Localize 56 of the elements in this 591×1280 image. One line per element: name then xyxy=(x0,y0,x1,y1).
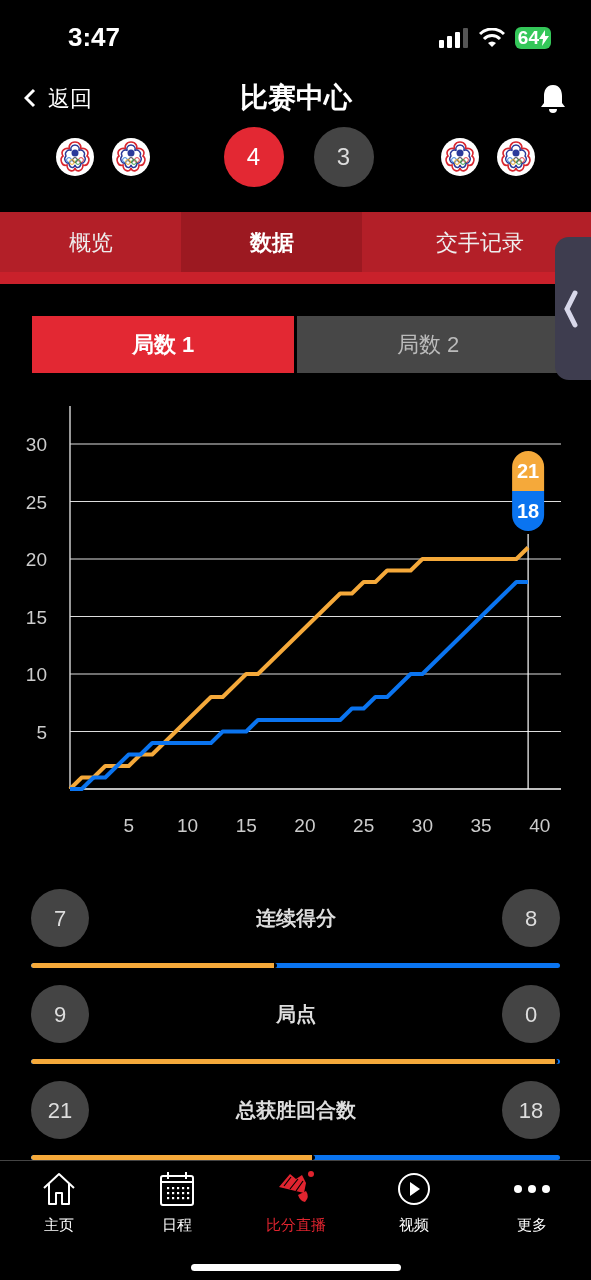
x-tick-label: 20 xyxy=(294,815,316,836)
status-time: 3:47 xyxy=(68,21,121,55)
x-tick-label: 15 xyxy=(235,815,257,836)
y-tick-label: 10 xyxy=(25,664,47,685)
stat-value-left: 7 xyxy=(31,889,89,947)
battery-indicator: 64 xyxy=(514,26,551,49)
score-tooltip: 21 xyxy=(512,451,545,491)
tab[interactable]: 交手记录 xyxy=(362,212,555,272)
signal-icon xyxy=(438,27,469,48)
bell-icon[interactable] xyxy=(539,83,567,114)
stat-value-left: 21 xyxy=(31,1081,89,1139)
nav-item[interactable]: 主页 xyxy=(0,1170,119,1236)
set-score: 3 xyxy=(313,127,374,188)
wifi-icon xyxy=(478,27,505,48)
stat-value-left: 9 xyxy=(31,985,89,1043)
calendar-icon xyxy=(159,1171,196,1207)
play-icon xyxy=(396,1172,431,1206)
x-tick-label: 35 xyxy=(470,815,492,836)
annotation: 21 xyxy=(516,460,540,482)
set-score: 4 xyxy=(223,127,284,188)
stat-value-right: 8 xyxy=(502,889,560,947)
annotation: 18 xyxy=(516,500,540,522)
y-tick-label: 30 xyxy=(25,434,47,455)
emblem-icon xyxy=(496,137,536,178)
emblem-icon xyxy=(55,137,95,178)
nav-item[interactable]: 更多 xyxy=(472,1170,591,1236)
tab[interactable]: 概览 xyxy=(0,212,181,272)
nav-item[interactable]: 日程 xyxy=(118,1170,237,1236)
x-tick-label: 40 xyxy=(529,815,551,836)
back-chevron-icon xyxy=(24,88,36,109)
game-tab[interactable]: 局数 1 xyxy=(32,316,294,373)
game-tab[interactable]: 局数 2 xyxy=(297,316,559,373)
x-tick-label: 30 xyxy=(411,815,433,836)
stat-value-right: 18 xyxy=(502,1081,560,1139)
y-tick-label: 15 xyxy=(25,606,47,628)
x-tick-label: 5 xyxy=(123,815,134,836)
more-icon xyxy=(512,1184,551,1194)
nav-item[interactable]: 视频 xyxy=(354,1170,473,1236)
nav-item[interactable]: 比分直播 xyxy=(236,1170,355,1236)
page-title: 比赛中心 xyxy=(239,81,352,116)
y-tick-label: 25 xyxy=(25,491,47,513)
stat-value-right: 0 xyxy=(502,985,560,1043)
back-button[interactable]: 返回 xyxy=(24,81,144,115)
emblem-icon xyxy=(111,137,151,178)
x-tick-label: 10 xyxy=(176,815,199,836)
y-tick-label: 5 xyxy=(36,721,47,743)
stat-label: 总获胜回合数 xyxy=(235,1098,356,1123)
chevron-left-icon xyxy=(564,289,578,328)
y-tick-label: 20 xyxy=(25,549,47,570)
stat-label: 连续得分 xyxy=(255,906,336,931)
side-drawer-handle[interactable] xyxy=(555,237,591,380)
tab[interactable]: 数据 xyxy=(181,212,362,272)
stat-label: 局点 xyxy=(275,1002,316,1027)
score-tooltip: 18 xyxy=(512,491,545,531)
emblem-icon xyxy=(440,137,480,178)
x-tick-label: 25 xyxy=(353,815,375,836)
